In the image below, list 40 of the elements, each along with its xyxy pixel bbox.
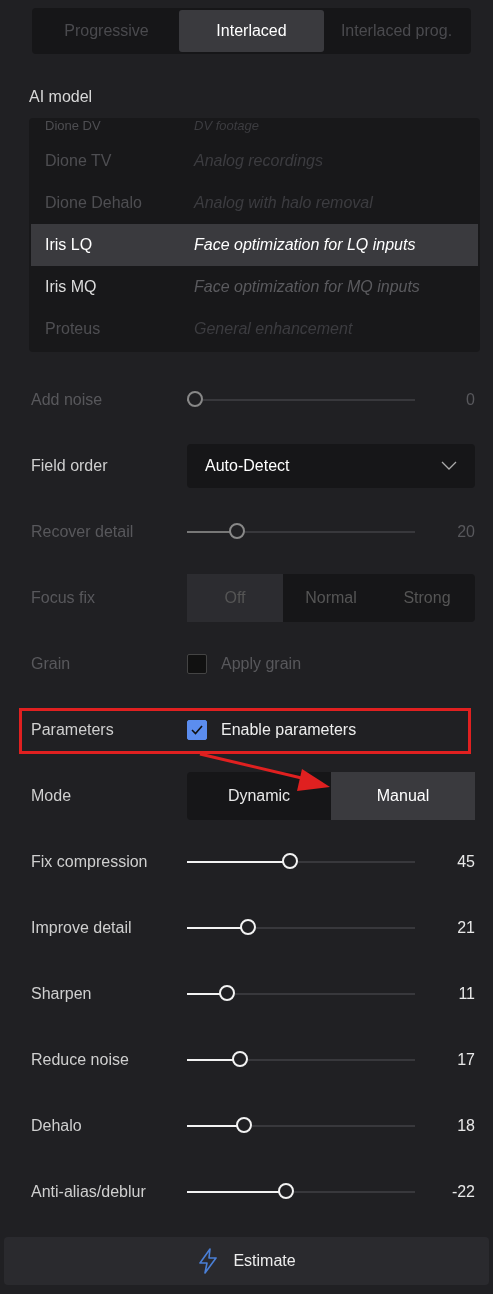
- field-order-dropdown[interactable]: Auto-Detect: [187, 444, 475, 488]
- slider-value: 0: [466, 391, 475, 409]
- segment-option[interactable]: Dynamic: [187, 772, 331, 820]
- slider-value: 11: [458, 985, 475, 1003]
- segment-option[interactable]: Manual: [331, 772, 475, 820]
- model-list-item[interactable]: Iris LQ Face optimization for LQ inputs: [31, 224, 478, 266]
- checkbox-label: Enable parameters: [221, 721, 357, 739]
- setting-label: Improve detail: [31, 919, 133, 937]
- chevron-down-icon: [441, 461, 457, 471]
- slider-thumb[interactable]: [187, 391, 203, 407]
- setting-label: Sharpen: [31, 985, 93, 1003]
- checkbox-label: Apply grain: [221, 655, 302, 673]
- setting-label: Grain: [31, 655, 72, 673]
- segment-option[interactable]: Strong: [379, 574, 475, 622]
- setting-label: Dehalo: [31, 1117, 83, 1135]
- estimate-button[interactable]: Estimate: [4, 1237, 489, 1285]
- slider-value: 21: [457, 919, 475, 937]
- setting-label: Add noise: [31, 391, 104, 409]
- slider-value: -22: [451, 1183, 475, 1201]
- setting-label: Field order: [31, 457, 109, 475]
- checkbox[interactable]: [187, 720, 207, 740]
- setting-label: Mode: [31, 787, 73, 805]
- segment-option[interactable]: Normal: [283, 574, 379, 622]
- slider-value: 45: [457, 853, 475, 871]
- setting-label: Fix compression: [31, 853, 149, 871]
- setting-label: Parameters: [31, 721, 115, 739]
- checkbox[interactable]: [187, 654, 207, 674]
- lightning-icon: [197, 1248, 220, 1274]
- setting-label: Reduce noise: [31, 1051, 130, 1069]
- scan-type-tab[interactable]: Interlaced: [179, 10, 324, 52]
- slider-value: 18: [457, 1117, 475, 1135]
- check-icon: [190, 724, 204, 736]
- model-list-item[interactable]: Iris MQ Face optimization for MQ inputs: [31, 266, 478, 308]
- slider-value: 20: [457, 523, 475, 541]
- slider-thumb[interactable]: [229, 523, 246, 539]
- slider-value: 17: [457, 1051, 475, 1069]
- setting-label: Focus fix: [31, 589, 96, 607]
- section-label: AI model: [29, 88, 94, 106]
- setting-label: Recover detail: [31, 523, 135, 541]
- setting-label: Anti-alias/deblur: [31, 1183, 147, 1201]
